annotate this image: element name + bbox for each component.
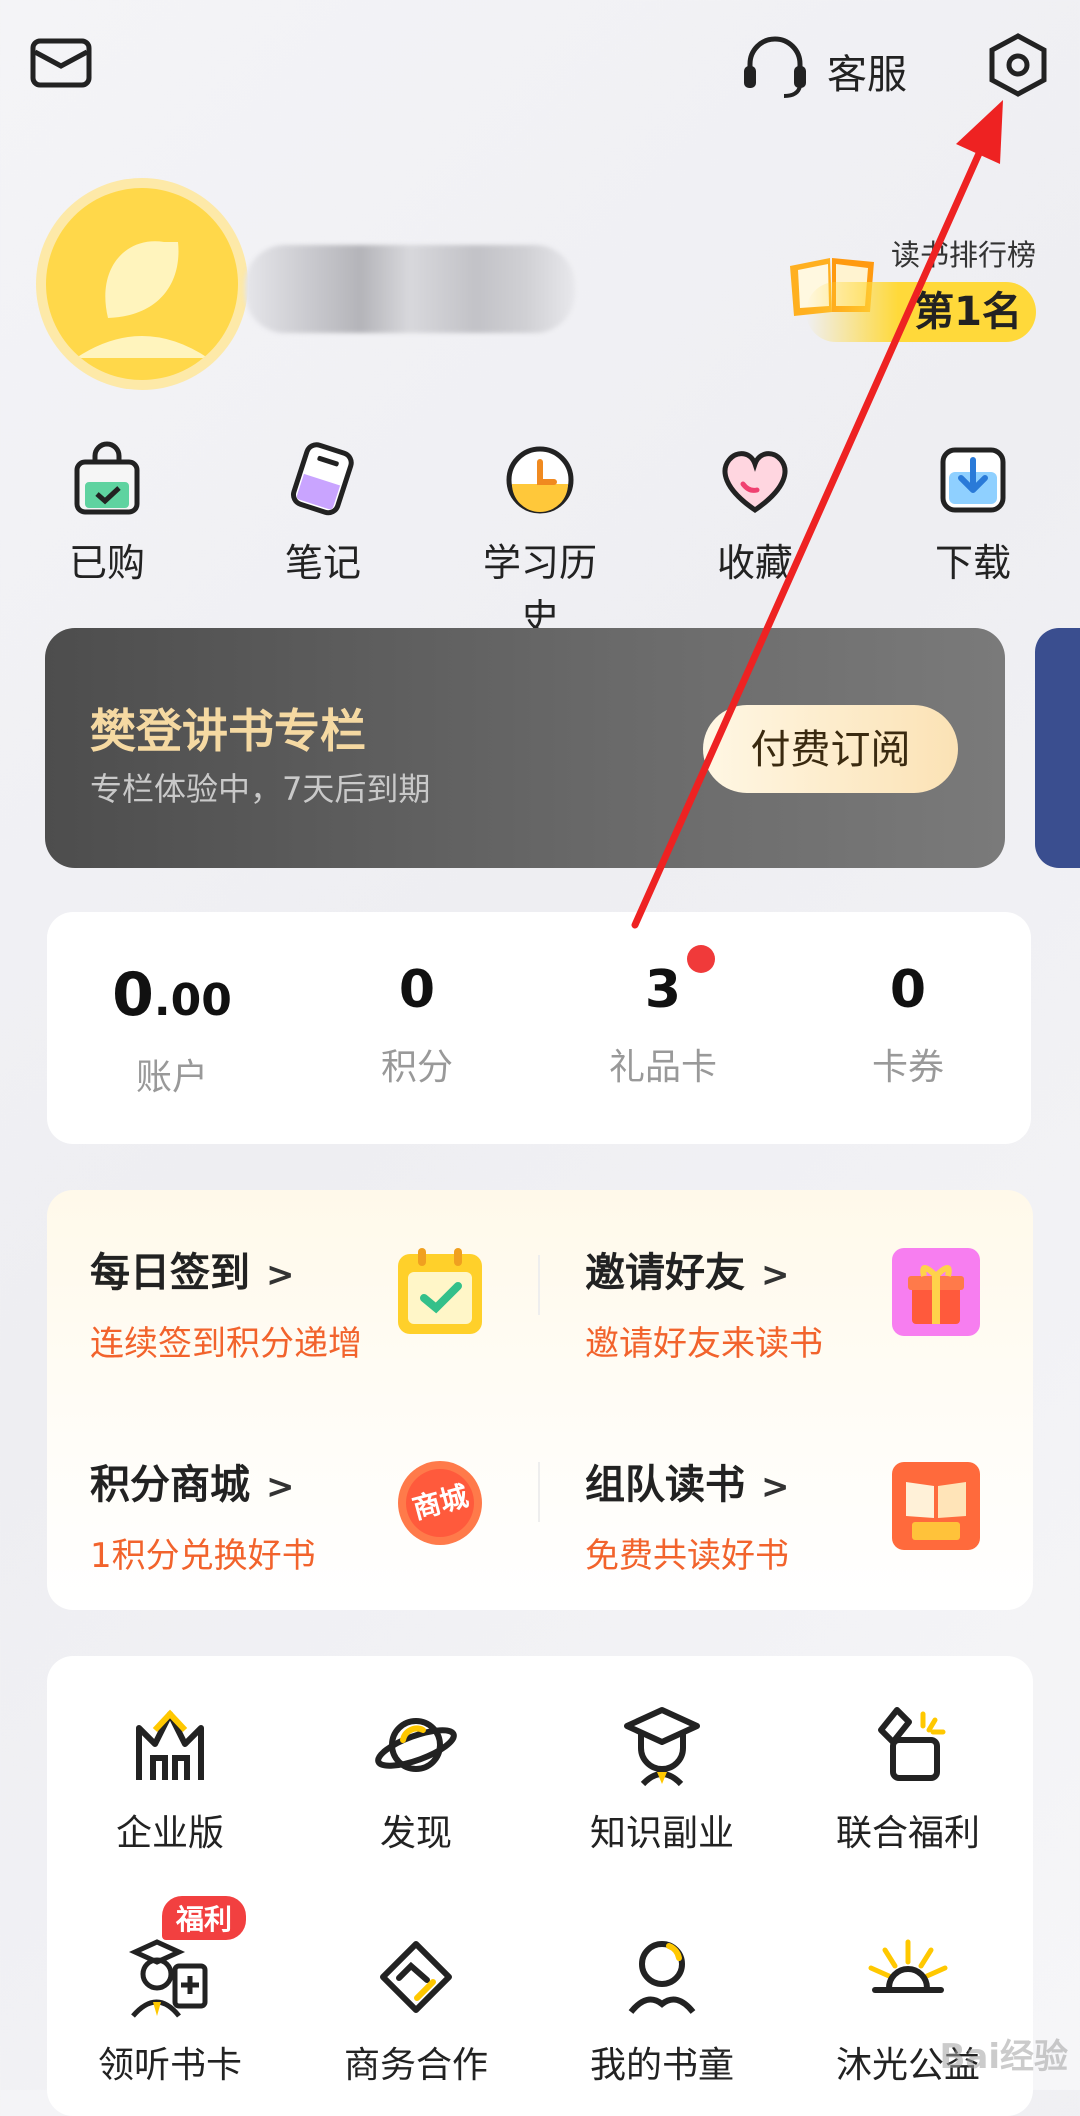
rank-title[interactable]: 读书排行榜 [891,232,1036,274]
headset-icon[interactable] [740,34,810,98]
stat-label: 账户 [135,1057,208,1098]
stat-account[interactable]: 0.00 账户 [72,960,272,1100]
divider [538,1462,540,1522]
settings-icon[interactable] [985,32,1051,98]
task-title: 积分商城 [90,1462,250,1508]
divider [538,1255,540,1315]
task-subtitle: 免费共读好书 [585,1536,789,1576]
service-label: 领听书卡 [97,2045,242,2086]
coupon-icon [863,1700,953,1790]
task-title: 组队读书 [585,1462,745,1508]
task-daily-checkin[interactable]: 每日签到 > 连续签到积分递增 [90,1240,362,1365]
next-banner-card[interactable] [1035,628,1080,868]
task-subtitle: 1积分兑换好书 [90,1536,316,1576]
stat-coupons[interactable]: 0 卡券 [808,960,1008,1090]
stat-value: 0 [889,960,927,1020]
quick-item-history[interactable]: 学习历史 [470,440,610,642]
stat-label: 礼品卡 [608,1047,717,1088]
stat-value: 0 [398,960,436,1020]
service-discover[interactable]: 发现 [316,1700,516,1856]
stat-points[interactable]: 0 积分 [317,960,517,1090]
quick-label: 笔记 [284,541,361,585]
quick-label: 下载 [934,541,1011,585]
clock-icon [500,440,580,520]
graduate-icon [617,1700,707,1790]
service-book-companion[interactable]: 我的书童 [562,1932,762,2088]
stat-value-int: 0 [112,960,154,1030]
task-invite-friends[interactable]: 邀请好友 > 邀请好友来读书 [585,1240,823,1365]
stat-gift-cards[interactable]: 3 礼品卡 [563,960,763,1090]
task-title: 每日签到 [90,1250,250,1296]
service-listen-card[interactable]: 领听书卡 [70,1932,270,2088]
stat-value: 3 [644,960,682,1020]
task-title: 邀请好友 [585,1250,745,1296]
chevron-right-icon: > [266,1255,295,1295]
quick-label: 已购 [68,541,145,585]
mail-icon[interactable] [30,38,92,88]
banner-subtitle: 专栏体验中，7天后到期 [90,770,431,808]
quick-item-purchased[interactable]: 已购 [37,440,177,587]
service-side-hustle[interactable]: 知识副业 [562,1700,762,1856]
watermark-logo: Bai经验 [939,2037,1068,2077]
quick-item-favorites[interactable]: 收藏 [685,440,825,587]
bag-icon [67,440,147,520]
quick-label: 学习历史 [482,541,597,640]
task-team-reading[interactable]: 组队读书 > 免费共读好书 [585,1452,790,1577]
stat-value-dec: .00 [153,975,232,1026]
stat-label: 卡券 [871,1047,944,1088]
reader-icon [617,1932,707,2022]
service-label: 我的书童 [589,2045,734,2086]
service-label: 企业版 [115,1813,224,1854]
avatar[interactable] [46,188,238,380]
calendar-check-icon[interactable] [394,1246,486,1338]
service-label: 联合福利 [835,1813,980,1854]
chevron-right-icon: > [761,1467,790,1507]
service-enterprise[interactable]: 企业版 [70,1700,270,1856]
service-business[interactable]: 商务合作 [316,1932,516,2088]
service-label: 商务合作 [343,2045,488,2086]
gift-icon[interactable] [890,1246,982,1338]
planet-icon [371,1700,461,1790]
download-icon [933,440,1013,520]
task-subtitle: 邀请好友来读书 [585,1324,823,1364]
task-subtitle: 连续签到积分递增 [90,1324,362,1364]
notification-dot [687,945,715,973]
service-joint-benefits[interactable]: 联合福利 [808,1700,1008,1856]
support-label[interactable]: 客服 [827,42,907,100]
handshake-icon [371,1932,461,2022]
sunrise-icon [863,1932,953,2022]
team-book-icon[interactable] [890,1460,982,1552]
username-blurred [245,245,575,333]
subscribe-button[interactable]: 付费订阅 [703,705,958,793]
task-points-mall[interactable]: 积分商城 > 1积分兑换好书 [90,1452,316,1577]
service-label: 知识副业 [589,1813,734,1854]
chevron-right-icon: > [761,1255,790,1295]
quick-item-download[interactable]: 下载 [903,440,1043,587]
rank-badge[interactable]: 第1名 [806,282,1036,342]
quick-label: 收藏 [716,541,793,585]
stat-label: 积分 [380,1047,453,1088]
chevron-right-icon: > [266,1467,295,1507]
service-label: 发现 [379,1813,452,1854]
listen-card-icon [125,1932,215,2022]
welfare-badge: 福利 [162,1896,247,1940]
enterprise-icon [125,1700,215,1790]
quick-item-notes[interactable]: 笔记 [253,440,393,587]
heart-icon [715,440,795,520]
banner-title: 樊登讲书专栏 [90,704,366,758]
note-icon [283,440,363,520]
mall-icon[interactable]: 商城 [392,1455,488,1551]
